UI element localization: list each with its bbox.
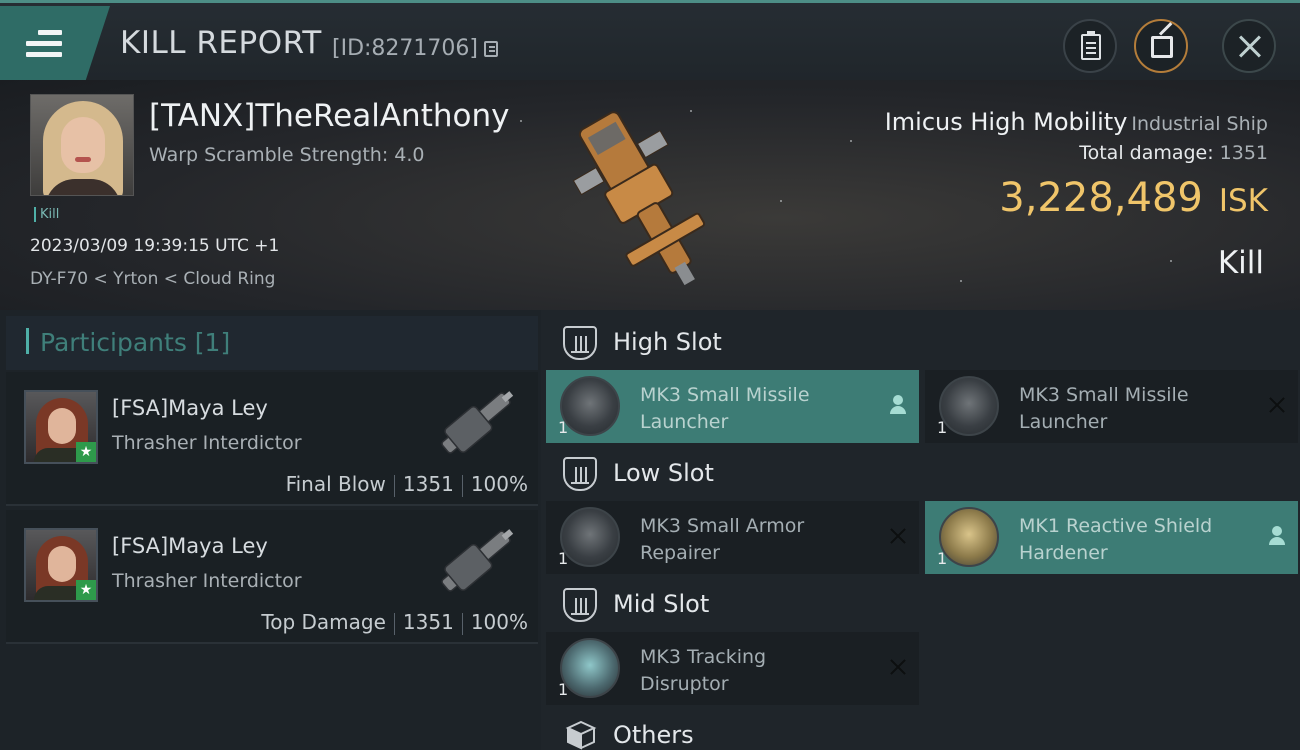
participant-ship-image[interactable] xyxy=(426,516,526,606)
star-icon: ★ xyxy=(76,580,96,600)
mid-slot-title: Mid Slot xyxy=(613,590,710,618)
participants-title: Participants [1] xyxy=(40,328,231,357)
share-arrow xyxy=(1158,22,1173,36)
page-title: KILL REPORT xyxy=(120,25,322,61)
participant-ship-image[interactable] xyxy=(426,378,526,468)
x-icon xyxy=(887,525,909,547)
participant-name[interactable]: [FSA]Maya Ley xyxy=(112,534,268,558)
isk-unit: ISK xyxy=(1218,183,1268,219)
slot-icon xyxy=(563,588,597,622)
participant-stats: Final Blow 1351 100% xyxy=(286,472,528,497)
participant-percent: 100% xyxy=(470,610,528,634)
star-icon: ★ xyxy=(76,442,96,462)
victim-name[interactable]: [TANX]TheRealAnthony xyxy=(149,98,509,134)
participant-ship: Thrasher Interdictor xyxy=(112,570,302,592)
participant-percent: 100% xyxy=(470,472,528,496)
participant-ship: Thrasher Interdictor xyxy=(112,432,302,454)
victim-banner: [TANX]TheRealAnthony Warp Scramble Stren… xyxy=(0,80,1300,310)
module-item[interactable]: 1 MK3 Small Missile Launcher xyxy=(925,370,1298,443)
participants-panel: Participants [1] ★ [FSA]Maya Ley Thrashe… xyxy=(0,310,541,750)
module-name: MK3 Small Armor Repairer xyxy=(640,515,805,564)
participants-header[interactable]: Participants [1] xyxy=(6,316,538,370)
missile-launcher-icon xyxy=(560,376,620,436)
module-quantity: 1 xyxy=(937,418,948,437)
module-name: MK3 Tracking Disruptor xyxy=(640,646,767,695)
participant-avatar[interactable]: ★ xyxy=(24,390,98,464)
module-quantity: 1 xyxy=(558,549,569,568)
high-slot-title: High Slot xyxy=(613,328,722,356)
report-id: [ID:8271706] xyxy=(332,36,478,61)
top-bar: KILL REPORT [ID:8271706] xyxy=(0,0,1300,80)
module-item[interactable]: 1 MK3 Small Armor Repairer xyxy=(546,501,919,574)
others-title: Others xyxy=(613,721,694,749)
high-slot-header: High Slot xyxy=(545,314,1300,372)
kill-tag: Kill xyxy=(34,207,59,222)
total-damage-label: Total damage: xyxy=(1079,142,1214,164)
clipboard-icon xyxy=(1081,31,1101,60)
copy-icon[interactable] xyxy=(484,41,498,57)
person-icon xyxy=(887,394,909,416)
module-name: MK3 Small Missile Launcher xyxy=(1019,384,1189,433)
menu-button[interactable] xyxy=(0,6,110,80)
others-header: Others xyxy=(545,707,1300,750)
fitting-panel: High Slot 1 MK3 Small Missile Launcher 1 … xyxy=(541,310,1300,750)
total-damage-value: 1351 xyxy=(1219,142,1268,164)
module-item[interactable]: 1 MK1 Reactive Shield Hardener xyxy=(925,501,1298,574)
module-item[interactable]: 1 MK3 Tracking Disruptor xyxy=(546,632,919,705)
total-damage: Total damage: 1351 xyxy=(1079,142,1268,164)
module-quantity: 1 xyxy=(558,418,569,437)
low-slot-title: Low Slot xyxy=(613,459,714,487)
isk-value: 3,228,489 ISK xyxy=(999,175,1268,221)
result-label: Kill xyxy=(1217,245,1264,281)
x-icon xyxy=(1266,394,1288,416)
low-slot-header: Low Slot xyxy=(545,445,1300,503)
close-button[interactable] xyxy=(1222,19,1276,73)
participant-damage: 1351 xyxy=(402,610,454,634)
participant-damage: 1351 xyxy=(402,472,454,496)
slot-icon xyxy=(563,326,597,360)
missile-launcher-icon xyxy=(939,376,999,436)
module-name: MK1 Reactive Shield Hardener xyxy=(1019,515,1213,564)
box-icon xyxy=(565,720,597,750)
participant-stats: Top Damage 1351 100% xyxy=(261,610,528,635)
participant-name[interactable]: [FSA]Maya Ley xyxy=(112,396,268,420)
participant-row[interactable]: ★ [FSA]Maya Ley Thrasher Interdictor Top… xyxy=(6,510,538,644)
kill-location[interactable]: DY-F70 < Yrton < Cloud Ring xyxy=(30,269,275,289)
clipboard-button[interactable] xyxy=(1063,19,1117,73)
participant-role: Final Blow xyxy=(285,472,386,496)
module-quantity: 1 xyxy=(937,549,948,568)
module-name: MK3 Small Missile Launcher xyxy=(640,384,810,433)
ship-class: Industrial Ship xyxy=(1131,113,1268,135)
slot-icon xyxy=(563,457,597,491)
participant-row[interactable]: ★ [FSA]Maya Ley Thrasher Interdictor Fin… xyxy=(6,372,538,506)
participant-avatar[interactable]: ★ xyxy=(24,528,98,602)
kill-datetime: 2023/03/09 19:39:15 UTC +1 xyxy=(30,236,280,256)
module-item[interactable]: 1 MK3 Small Missile Launcher xyxy=(546,370,919,443)
tracking-disruptor-icon xyxy=(560,638,620,698)
victim-avatar[interactable] xyxy=(30,94,134,196)
share-button[interactable] xyxy=(1134,19,1188,73)
share-icon xyxy=(1151,36,1173,58)
menu-icon xyxy=(26,30,62,58)
armor-repairer-icon xyxy=(560,507,620,567)
shield-hardener-icon xyxy=(939,507,999,567)
victim-ship-name[interactable]: Imicus High Mobility Industrial Ship xyxy=(885,108,1268,136)
module-quantity: 1 xyxy=(558,680,569,699)
x-icon xyxy=(887,656,909,678)
warp-scramble-strength: Warp Scramble Strength: 4.0 xyxy=(149,144,425,166)
participant-role: Top Damage xyxy=(261,610,386,634)
mid-slot-header: Mid Slot xyxy=(545,576,1300,634)
victim-ship-image[interactable] xyxy=(540,90,740,305)
isk-amount: 3,228,489 xyxy=(999,175,1203,221)
person-icon xyxy=(1266,525,1288,547)
ship-type: Imicus High Mobility xyxy=(884,108,1128,136)
